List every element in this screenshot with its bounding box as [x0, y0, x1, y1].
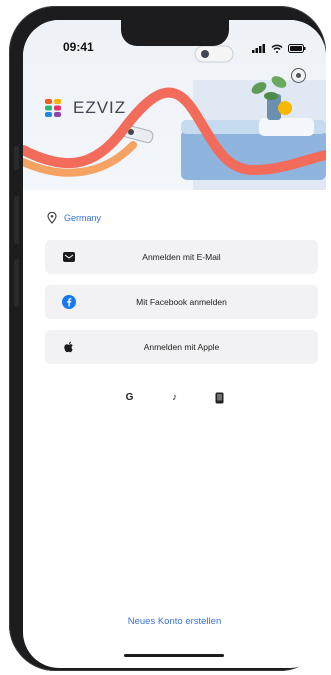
- phone-frame: 09:41 EZVIZ Germany Anmelden mit E-Mail …: [9, 6, 326, 671]
- phone-icon[interactable]: [212, 390, 227, 405]
- ezviz-logo-icon: [45, 99, 61, 117]
- brand-name: EZVIZ: [73, 98, 127, 117]
- mute-switch: [14, 146, 19, 170]
- tiktok-icon[interactable]: ♪: [167, 390, 182, 405]
- notch: [121, 20, 229, 46]
- apple-login-label: Anmelden mit Apple: [143, 342, 220, 352]
- app-logo: EZVIZ: [45, 98, 126, 118]
- create-account-link[interactable]: Neues Konto erstellen: [23, 616, 326, 627]
- apple-icon: [64, 341, 73, 353]
- battery-icon: [288, 40, 306, 58]
- facebook-icon: [62, 295, 76, 309]
- signal-icon: [252, 40, 266, 58]
- alternative-login-row: G ♪: [23, 390, 326, 405]
- facebook-login-button[interactable]: Mit Facebook anmelden: [45, 285, 318, 319]
- email-icon: [63, 252, 75, 262]
- wifi-icon: [271, 40, 283, 58]
- google-icon[interactable]: G: [122, 390, 137, 405]
- facebook-login-label: Mit Facebook anmelden: [136, 297, 227, 307]
- status-time: 09:41: [63, 40, 94, 54]
- apple-login-button[interactable]: Anmelden mit Apple: [45, 330, 318, 364]
- email-login-button[interactable]: Anmelden mit E-Mail: [45, 240, 318, 274]
- location-pin-icon: [47, 212, 57, 224]
- app-screen: 09:41 EZVIZ Germany Anmelden mit E-Mail …: [23, 20, 326, 668]
- location-country: Germany: [64, 213, 102, 223]
- home-indicator: [124, 654, 224, 657]
- status-icons: [252, 40, 306, 58]
- device-mockup: 09:41 EZVIZ Germany Anmelden mit E-Mail …: [0, 0, 331, 675]
- email-login-label: Anmelden mit E-Mail: [142, 252, 221, 262]
- volume-down-button: [14, 259, 19, 307]
- location-selector[interactable]: Germany: [47, 212, 101, 224]
- volume-up-button: [14, 196, 19, 244]
- settings-icon[interactable]: [291, 68, 306, 83]
